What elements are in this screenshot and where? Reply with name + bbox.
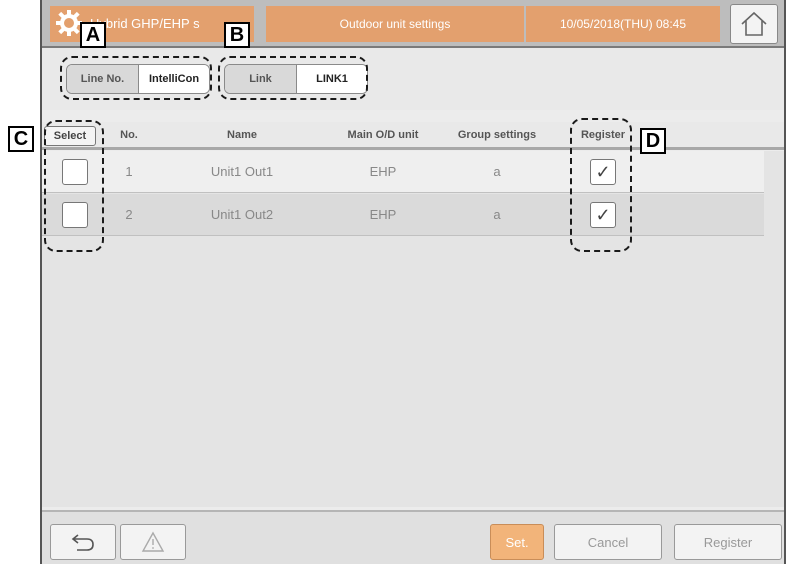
callout-outline-a (60, 56, 212, 100)
row-main-od-unit: EHP (369, 207, 397, 222)
row-group-setting: a (493, 207, 501, 222)
home-icon (741, 11, 767, 36)
row-name: Unit1 Out2 (210, 207, 274, 222)
row-no: 1 (125, 164, 133, 179)
callout-outline-c (44, 120, 104, 252)
row-name: Unit1 Out1 (210, 164, 274, 179)
row-no: 2 (125, 207, 133, 222)
datetime-display: 10/05/2018(THU) 08:45 (526, 6, 720, 42)
header-bar: Hybrid GHP/EHP s Outdoor unit settings 1… (42, 0, 784, 48)
callout-b: B (224, 22, 250, 48)
callout-outline-b (218, 56, 368, 100)
warning-icon (141, 531, 165, 552)
warning-button[interactable] (120, 524, 186, 560)
table-row: 1 Unit1 Out1 EHP a ✓ (42, 151, 764, 193)
register-button[interactable]: Register (674, 524, 782, 560)
column-main-od-unit: Main O/D unit (347, 129, 419, 141)
footer-bar: Set. Cancel Register (42, 510, 784, 564)
callout-a: A (80, 22, 106, 48)
callout-d: D (640, 128, 666, 154)
table-row: 2 Unit1 Out2 EHP a ✓ (42, 194, 764, 236)
row-main-od-unit: EHP (369, 164, 397, 179)
cancel-button[interactable]: Cancel (554, 524, 662, 560)
column-group-settings: Group settings (457, 129, 537, 141)
row-group-setting: a (493, 164, 501, 179)
column-no: No. (120, 129, 138, 141)
back-arrow-icon (71, 534, 94, 551)
home-button[interactable] (730, 4, 778, 44)
set-button[interactable]: Set. (490, 524, 544, 560)
back-button[interactable] (50, 524, 116, 560)
callout-outline-d (570, 118, 632, 252)
gear-icon (56, 10, 82, 36)
app-title: Hybrid GHP/EHP s (90, 16, 200, 31)
callout-c: C (8, 126, 34, 152)
column-name: Name (227, 129, 257, 141)
table-header: Select No. Name Main O/D unit Group sett… (42, 122, 784, 150)
table-body: 1 Unit1 Out1 EHP a ✓ 2 Unit1 Out2 EHP a … (42, 151, 784, 507)
screen-title: Outdoor unit settings (266, 6, 524, 42)
